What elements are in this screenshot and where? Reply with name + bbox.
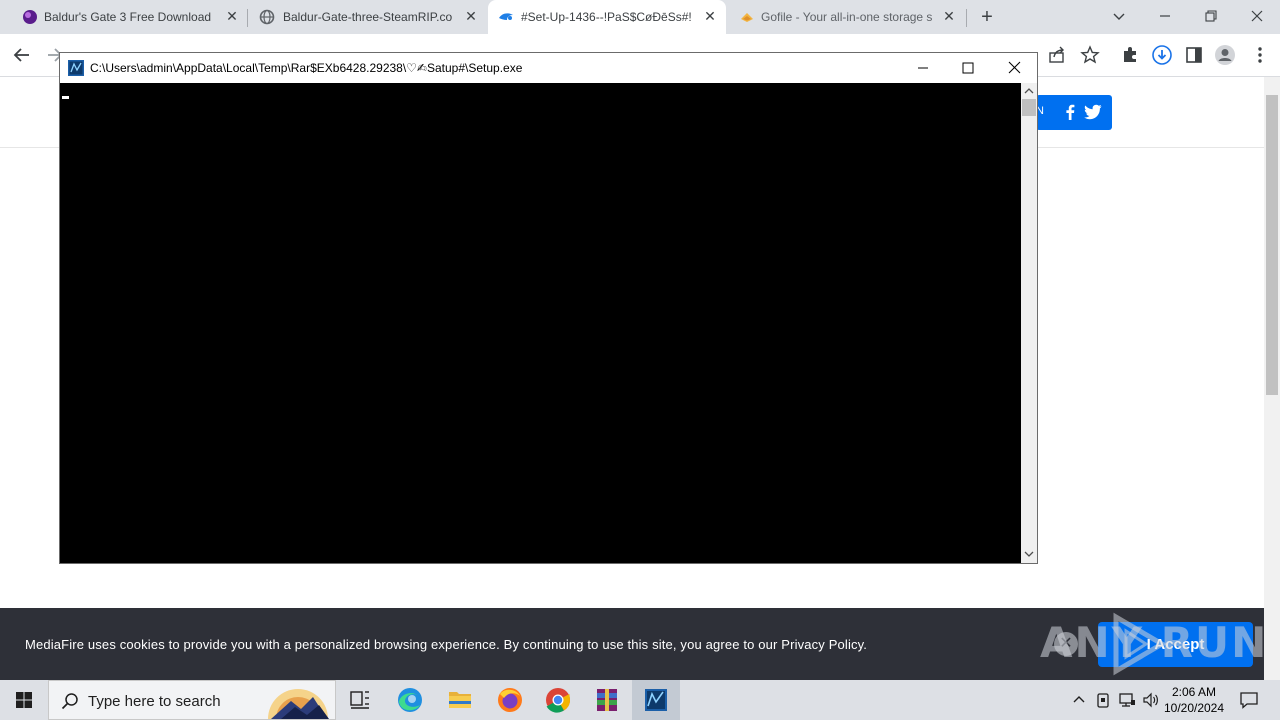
firefox-icon[interactable] <box>486 680 534 720</box>
tab-baldurs-gate-download[interactable]: Baldur's Gate 3 Free Download ( ✕ <box>8 0 246 34</box>
purple-orb-icon <box>23 10 37 24</box>
social-share-box: N <box>1036 95 1112 130</box>
task-view-icon[interactable] <box>336 680 384 720</box>
close-window-icon[interactable] <box>1245 4 1269 28</box>
console-taskbar-icon[interactable] <box>632 680 680 720</box>
search-icon <box>61 693 78 710</box>
console-app-icon <box>68 60 84 76</box>
side-panel-icon[interactable] <box>1183 44 1205 66</box>
console-cursor <box>62 96 69 99</box>
cookie-message: MediaFire uses cookies to provide you wi… <box>25 637 868 652</box>
twitter-icon[interactable] <box>1084 104 1102 120</box>
page-scrollbar[interactable] <box>1264 77 1280 680</box>
tab-separator <box>966 9 967 27</box>
tab-setup-active[interactable]: #Set-Up-1436--!PaS$CøĐēSs#!! ✕ <box>488 0 726 34</box>
scroll-down-arrow-icon[interactable] <box>1024 549 1034 559</box>
tab-gofile[interactable]: Gofile - Your all-in-one storage s ✕ <box>728 0 966 34</box>
screen: Baldur's Gate 3 Free Download ( ✕ Baldur… <box>0 0 1280 720</box>
tab-close-icon[interactable]: ✕ <box>224 8 240 24</box>
console-minimize-icon[interactable] <box>900 53 946 83</box>
facebook-icon[interactable] <box>1062 104 1078 120</box>
tab-title: Baldur-Gate-three-SteamRIP.co <box>283 10 453 24</box>
tab-title: #Set-Up-1436--!PaS$CøĐēSs#!! <box>521 10 691 24</box>
clock-date: 10/20/2024 <box>1163 701 1225 715</box>
console-maximize-icon[interactable] <box>945 53 991 83</box>
tab-title: Gofile - Your all-in-one storage s <box>761 10 933 24</box>
page-scrollbar-thumb[interactable] <box>1266 95 1278 395</box>
notifications-icon[interactable] <box>1238 689 1260 711</box>
network-icon[interactable] <box>1117 690 1137 710</box>
globe-icon <box>259 9 275 25</box>
chrome-icon[interactable] <box>534 680 582 720</box>
tab-steamrip[interactable]: Baldur-Gate-three-SteamRIP.co ✕ <box>248 0 486 34</box>
edge-browser-icon[interactable] <box>386 680 434 720</box>
file-explorer-icon[interactable] <box>436 680 484 720</box>
windows-start-icon[interactable] <box>0 680 48 720</box>
console-scrollbar-thumb[interactable] <box>1022 99 1036 116</box>
volume-icon[interactable] <box>1141 690 1161 710</box>
tab-close-icon[interactable]: ✕ <box>702 8 718 24</box>
console-scrollbar[interactable] <box>1021 83 1037 563</box>
extensions-puzzle-icon[interactable] <box>1119 44 1141 66</box>
tab-close-icon[interactable]: ✕ <box>941 8 957 24</box>
tray-device-icon[interactable] <box>1093 690 1113 710</box>
tab-search-chevron-icon[interactable] <box>1107 4 1131 28</box>
console-output-area[interactable] <box>60 83 1021 563</box>
cookie-consent-bar: MediaFire uses cookies to provide you wi… <box>0 608 1266 680</box>
scroll-up-arrow-icon[interactable] <box>1024 86 1034 96</box>
system-clock[interactable]: 2:06 AM 10/20/2024 <box>1160 684 1228 716</box>
kebab-menu-icon[interactable] <box>1249 44 1271 66</box>
tray-overflow-chevron-icon[interactable] <box>1069 690 1089 710</box>
profile-avatar-icon[interactable] <box>1214 44 1236 66</box>
tab-title: Baldur's Gate 3 Free Download ( <box>44 10 212 24</box>
back-arrow-icon[interactable] <box>11 44 33 66</box>
console-title: C:\Users\admin\AppData\Local\Temp\Rar$EX… <box>90 61 523 75</box>
new-tab-button[interactable]: + <box>977 7 997 27</box>
tab-close-icon[interactable]: ✕ <box>463 8 479 24</box>
download-icon[interactable] <box>1151 44 1173 66</box>
minimize-icon[interactable] <box>1153 4 1177 28</box>
search-highlight-landscape-icon <box>268 689 329 719</box>
clock-time: 2:06 AM <box>1171 685 1217 699</box>
bookmark-star-icon[interactable] <box>1079 44 1101 66</box>
watermark-text: ANY RUN <box>1040 618 1269 667</box>
share-icon[interactable] <box>1046 44 1068 66</box>
console-title-bar[interactable]: C:\Users\admin\AppData\Local\Temp\Rar$EX… <box>60 53 1037 83</box>
restore-icon[interactable] <box>1199 4 1223 28</box>
mediafire-flame-icon <box>499 13 513 20</box>
taskbar-search-box[interactable]: Type here to search <box>48 680 336 720</box>
search-placeholder: Type here to search <box>88 693 221 710</box>
gofile-icon <box>741 13 753 22</box>
console-window-setup-exe[interactable]: C:\Users\admin\AppData\Local\Temp\Rar$EX… <box>59 52 1038 564</box>
winrar-icon[interactable] <box>583 680 631 720</box>
browser-tab-strip: Baldur's Gate 3 Free Download ( ✕ Baldur… <box>0 0 1280 34</box>
console-close-icon[interactable] <box>991 53 1037 83</box>
windows-taskbar: Type here to search 2:06 AM 10/20/2024 <box>0 680 1280 720</box>
